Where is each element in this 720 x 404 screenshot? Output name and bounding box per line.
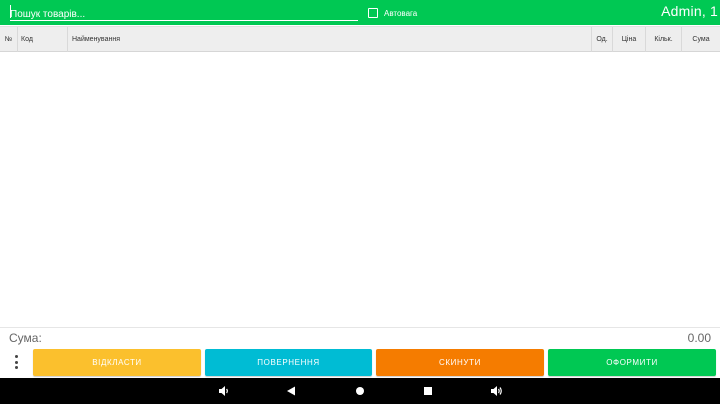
autoweight-label: Автовага [384,8,418,18]
more-vert-icon[interactable] [9,355,23,369]
table-header: № Код Найменування Од. Ціна Кільк. Сума [0,26,720,52]
recents-icon[interactable] [421,384,435,398]
menu-dot [14,366,18,369]
menu-dot [14,355,18,358]
action-bar: ВІДКЛАСТИ ПОВЕРНЕННЯ СКИНУТИ ОФОРМИТИ [0,347,720,378]
back-icon[interactable] [284,384,298,398]
autoweight-toggle[interactable]: Автовага [368,7,417,19]
system-nav-bar [0,378,720,404]
home-icon[interactable] [353,384,367,398]
column-header-quantity: Кільк. [645,27,681,52]
top-bar: Автовага Admin, 1 [0,0,720,25]
return-button[interactable]: ПОВЕРНЕННЯ [205,349,372,376]
column-header-name: Найменування [67,27,591,52]
search-input[interactable] [10,7,358,22]
total-label: Сума: [9,331,42,345]
total-value: 0.00 [687,331,711,345]
autoweight-checkbox[interactable] [368,8,378,18]
defer-button[interactable]: ВІДКЛАСТИ [33,349,201,376]
column-header-sum: Сума [681,27,720,52]
text-cursor [10,5,11,18]
volume-up-icon[interactable] [489,384,503,398]
column-header-price: Ціна [612,27,645,52]
reset-button[interactable]: СКИНУТИ [376,349,544,376]
receipt-items-list[interactable] [0,52,720,327]
column-header-number: № [4,36,13,43]
menu-dot [14,360,18,364]
volume-down-icon[interactable] [217,384,231,398]
checkout-button[interactable]: ОФОРМИТИ [548,349,716,376]
user-label[interactable]: Admin, 1 [661,3,718,19]
column-header-code: Код [17,27,67,52]
totals-row: Сума: 0.00 [0,327,720,347]
search-field[interactable] [10,4,358,22]
column-header-unit: Од. [591,27,612,52]
pos-screen: Автовага Admin, 1 № Код Найменування Од.… [0,0,720,404]
